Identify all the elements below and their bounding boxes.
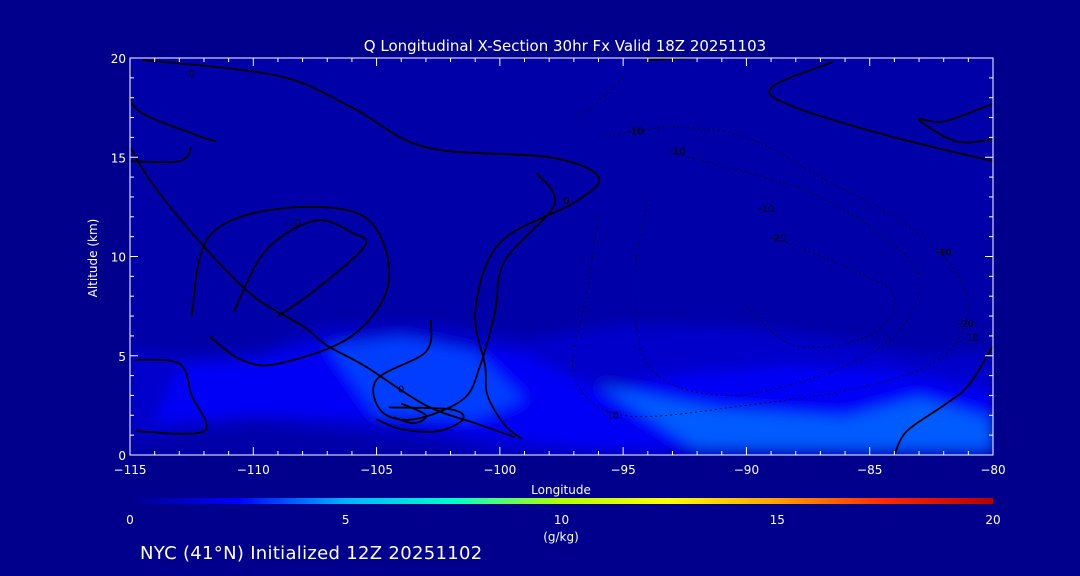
contour-label-10: -10 [936, 248, 952, 259]
contour-label-9: -20 [770, 234, 786, 245]
colorbar-tick-label: 10 [554, 513, 569, 527]
x-tick-label: −80 [980, 463, 1005, 477]
plot-area: 0 -10 0 0 0 -10 -10 -10 -20 -10 -20 -10 -10 −115 −110… [111, 52, 1006, 477]
colorbar-gradient [130, 498, 993, 504]
contour-label-11: -20 [958, 319, 974, 330]
contour-label-12: -10 [963, 333, 979, 344]
contour-label-8: -10 [758, 204, 774, 215]
contour-label-1: 0 [188, 69, 194, 80]
x-tick-label: −115 [114, 463, 147, 477]
colorbar: 0 5 10 15 20 (g/kg) [126, 498, 1001, 544]
colorbar-ticks: 0 5 10 15 20 [126, 513, 1000, 527]
colorbar-tick-label: 0 [126, 513, 134, 527]
colorbar-tick-label: 20 [985, 513, 1000, 527]
contour-label-13: -10 [603, 410, 619, 421]
contour-label-7: -10 [669, 146, 685, 157]
colorbar-tick-label: 5 [342, 513, 350, 527]
x-tick-label: −95 [610, 463, 635, 477]
x-tick-label: −105 [360, 463, 393, 477]
y-tick-label: 5 [118, 350, 126, 364]
y-axis-label: Altitude (km) [86, 219, 100, 298]
x-axis-label: Longitude [531, 483, 591, 497]
y-tick-label: 0 [118, 449, 126, 463]
cross-section-chart: Q Longitudinal X-Section 30hr Fx Valid 1… [86, 37, 1006, 544]
colorbar-label: (g/kg) [543, 530, 579, 544]
location-init-text: NYC (41°N) Initialized 12Z 20251102 [140, 543, 483, 564]
y-tick-label: 20 [111, 52, 126, 66]
x-tick-label: −90 [734, 463, 759, 477]
chart-title: Q Longitudinal X-Section 30hr Fx Valid 1… [364, 37, 766, 55]
y-tick-label: 10 [111, 251, 126, 265]
contour-label-2: -10 [285, 218, 301, 229]
x-tick-label: −85 [857, 463, 882, 477]
x-tick-label: −100 [483, 463, 516, 477]
colorbar-tick-label: 15 [770, 513, 785, 527]
contour-label-6: -10 [627, 126, 643, 137]
x-tick-label: −110 [237, 463, 270, 477]
contour-label-3: 0 [563, 196, 569, 207]
moisture-fill-layer [130, 58, 993, 455]
y-tick-label: 15 [111, 151, 126, 165]
contour-label-4: 0 [398, 384, 404, 395]
